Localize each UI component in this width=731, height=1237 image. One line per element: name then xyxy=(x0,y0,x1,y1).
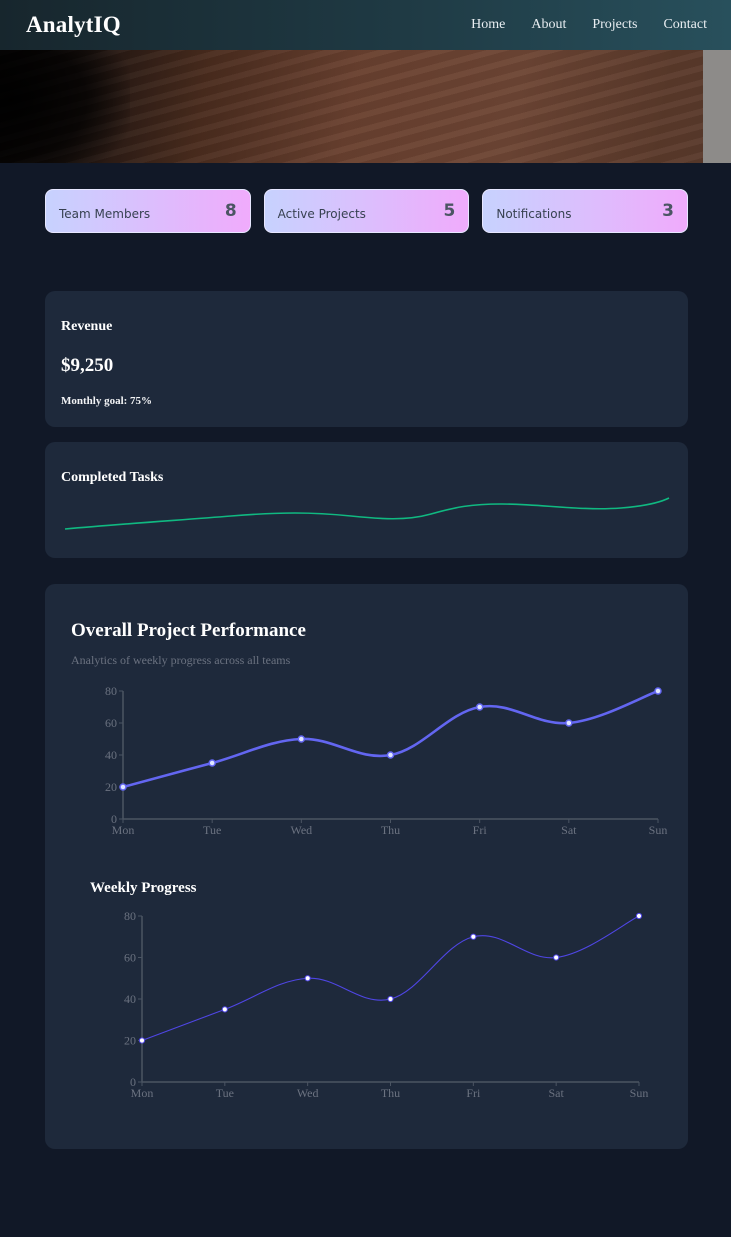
x-tick-label: Tue xyxy=(216,1086,234,1100)
x-tick-label: Mon xyxy=(131,1086,154,1100)
nav-link-about[interactable]: About xyxy=(531,17,566,33)
stat-card-notifications[interactable]: Notifications 3 xyxy=(482,189,689,233)
stat-label: Notifications xyxy=(496,207,572,221)
y-tick-label: 60 xyxy=(124,951,136,965)
x-tick-label: Thu xyxy=(381,1086,400,1100)
stats-row: Team Members 8 Active Projects 5 Notific… xyxy=(45,189,689,233)
nav-link-home[interactable]: Home xyxy=(471,17,505,33)
y-tick-label: 20 xyxy=(124,1034,136,1048)
main-nav: Home About Projects Contact xyxy=(471,17,707,33)
data-point xyxy=(553,954,560,961)
top-navbar: AnalytIQ Home About Projects Contact xyxy=(0,0,731,50)
data-point xyxy=(138,1037,146,1044)
tasks-title: Completed Tasks xyxy=(61,470,164,485)
y-tick-label: 80 xyxy=(124,909,136,923)
sparkline-path xyxy=(64,497,670,530)
x-tick-label: Wed xyxy=(297,1086,319,1100)
brand-logo[interactable]: AnalytIQ xyxy=(26,12,121,38)
stat-value: 3 xyxy=(662,201,675,221)
hero-image xyxy=(0,50,731,163)
tasks-sparkline xyxy=(64,497,670,530)
x-tick-label: Fri xyxy=(466,1086,481,1100)
nav-link-contact[interactable]: Contact xyxy=(663,17,707,33)
performance-card: Overall Project Performance Analytics of… xyxy=(45,584,688,1149)
series-line xyxy=(141,915,640,1042)
stat-label: Team Members xyxy=(59,207,151,221)
hero-edge xyxy=(703,50,731,163)
revenue-amount: $9,250 xyxy=(61,355,114,376)
x-tick-label: Sat xyxy=(548,1086,564,1100)
stat-value: 8 xyxy=(224,201,237,221)
revenue-title: Revenue xyxy=(61,319,113,334)
stat-label: Active Projects xyxy=(277,207,366,221)
weekly-progress-chart: 020406080Mon Tue Wed Thu Fri Sat Sun xyxy=(124,909,649,1100)
data-point xyxy=(304,975,311,982)
revenue-card: Revenue $9,250 Monthly goal: 75% xyxy=(45,291,688,427)
x-tick-label: Sun xyxy=(630,1086,649,1100)
y-tick-label: 40 xyxy=(124,992,136,1006)
stat-value: 5 xyxy=(443,201,456,221)
hero-shadow xyxy=(0,50,130,163)
data-point xyxy=(387,995,394,1003)
nav-link-projects[interactable]: Projects xyxy=(592,17,637,33)
completed-tasks-card: Completed Tasks xyxy=(45,442,688,558)
data-point xyxy=(470,933,477,940)
stat-card-team-members[interactable]: Team Members 8 xyxy=(45,189,251,233)
stat-card-active-projects[interactable]: Active Projects 5 xyxy=(263,189,470,233)
revenue-goal: Monthly goal: 75% xyxy=(61,395,153,407)
data-point xyxy=(635,912,643,920)
data-point xyxy=(221,1006,228,1013)
